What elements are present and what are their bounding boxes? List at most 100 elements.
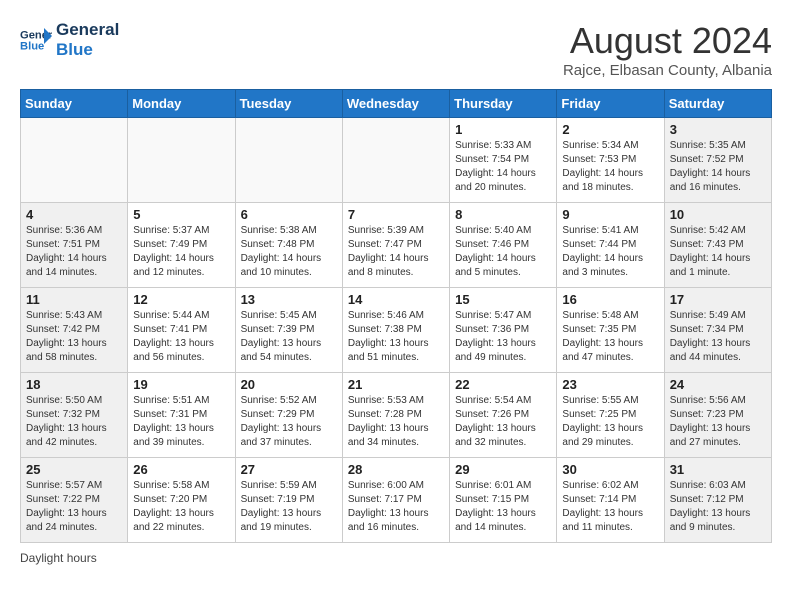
header-day-friday: Friday	[557, 90, 664, 118]
day-info: Sunrise: 5:54 AM Sunset: 7:26 PM Dayligh…	[455, 394, 551, 450]
calendar-cell: 24 Sunrise: 5:56 AM Sunset: 7:23 PM Dayli…	[664, 373, 771, 458]
calendar-cell: 2Sunrise: 5:34 AM Sunset: 7:53 PM Daylig…	[557, 118, 664, 203]
day-number: 23	[562, 377, 658, 392]
day-number: 21	[348, 377, 444, 392]
calendar-week-row: 4 Sunrise: 5:36 AM Sunset: 7:51 PM Daylig…	[21, 203, 772, 288]
day-info: Sunrise: 6:01 AM Sunset: 7:15 PM Dayligh…	[455, 479, 551, 535]
calendar-cell: 6Sunrise: 5:38 AM Sunset: 7:48 PM Daylig…	[235, 203, 342, 288]
calendar-cell	[342, 118, 449, 203]
header-day-sunday: Sunday	[21, 90, 128, 118]
month-title: August 2024	[563, 20, 772, 62]
calendar-week-row: 25 Sunrise: 5:57 AM Sunset: 7:22 PM Dayli…	[21, 458, 772, 543]
day-number: 4	[26, 207, 122, 222]
calendar-cell: 29 Sunrise: 6:01 AM Sunset: 7:15 PM Dayli…	[450, 458, 557, 543]
calendar-header-row: SundayMondayTuesdayWednesdayThursdayFrid…	[21, 90, 772, 118]
calendar-cell: 26 Sunrise: 5:58 AM Sunset: 7:20 PM Dayli…	[128, 458, 235, 543]
day-number: 18	[26, 377, 122, 392]
day-info: Sunrise: 5:52 AM Sunset: 7:29 PM Dayligh…	[241, 394, 337, 450]
day-info: Sunrise: 5:46 AM Sunset: 7:38 PM Dayligh…	[348, 309, 444, 365]
calendar-cell: 31 Sunrise: 6:03 AM Sunset: 7:12 PM Dayli…	[664, 458, 771, 543]
day-info: Sunrise: 5:42 AM Sunset: 7:43 PM Dayligh…	[670, 224, 766, 280]
day-number: 12	[133, 292, 229, 307]
day-info: Sunrise: 5:57 AM Sunset: 7:22 PM Dayligh…	[26, 479, 122, 535]
header-day-thursday: Thursday	[450, 90, 557, 118]
day-number: 19	[133, 377, 229, 392]
day-info: Sunrise: 5:59 AM Sunset: 7:19 PM Dayligh…	[241, 479, 337, 535]
calendar-cell: 20 Sunrise: 5:52 AM Sunset: 7:29 PM Dayli…	[235, 373, 342, 458]
day-number: 13	[241, 292, 337, 307]
day-info: Sunrise: 5:37 AM Sunset: 7:49 PM Dayligh…	[133, 224, 229, 280]
day-number: 25	[26, 462, 122, 477]
day-number: 29	[455, 462, 551, 477]
day-info: Sunrise: 5:43 AM Sunset: 7:42 PM Dayligh…	[26, 309, 122, 365]
day-info: Sunrise: 5:45 AM Sunset: 7:39 PM Dayligh…	[241, 309, 337, 365]
header: General Blue General Blue August 2024 Ra…	[20, 20, 772, 79]
calendar-week-row: 1Sunrise: 5:33 AM Sunset: 7:54 PM Daylig…	[21, 118, 772, 203]
day-info: Sunrise: 5:38 AM Sunset: 7:48 PM Dayligh…	[241, 224, 337, 280]
calendar-cell: 14 Sunrise: 5:46 AM Sunset: 7:38 PM Dayli…	[342, 288, 449, 373]
calendar-cell	[235, 118, 342, 203]
calendar-cell: 12 Sunrise: 5:44 AM Sunset: 7:41 PM Dayli…	[128, 288, 235, 373]
day-info: Sunrise: 5:35 AM Sunset: 7:52 PM Dayligh…	[670, 139, 766, 195]
calendar-cell: 13 Sunrise: 5:45 AM Sunset: 7:39 PM Dayli…	[235, 288, 342, 373]
day-number: 5	[133, 207, 229, 222]
calendar-cell: 11Sunrise: 5:43 AM Sunset: 7:42 PM Dayli…	[21, 288, 128, 373]
calendar-cell: 1Sunrise: 5:33 AM Sunset: 7:54 PM Daylig…	[450, 118, 557, 203]
calendar-cell	[128, 118, 235, 203]
day-number: 10	[670, 207, 766, 222]
day-info: Sunrise: 5:50 AM Sunset: 7:32 PM Dayligh…	[26, 394, 122, 450]
footer-daylight: Daylight hours	[20, 551, 772, 565]
day-number: 15	[455, 292, 551, 307]
header-day-wednesday: Wednesday	[342, 90, 449, 118]
day-info: Sunrise: 5:47 AM Sunset: 7:36 PM Dayligh…	[455, 309, 551, 365]
day-number: 31	[670, 462, 766, 477]
header-day-tuesday: Tuesday	[235, 90, 342, 118]
calendar-cell: 21 Sunrise: 5:53 AM Sunset: 7:28 PM Dayli…	[342, 373, 449, 458]
calendar-cell: 30Sunrise: 6:02 AM Sunset: 7:14 PM Dayli…	[557, 458, 664, 543]
calendar-cell: 28Sunrise: 6:00 AM Sunset: 7:17 PM Dayli…	[342, 458, 449, 543]
day-number: 26	[133, 462, 229, 477]
day-info: Sunrise: 5:44 AM Sunset: 7:41 PM Dayligh…	[133, 309, 229, 365]
calendar-cell: 19Sunrise: 5:51 AM Sunset: 7:31 PM Dayli…	[128, 373, 235, 458]
calendar-cell: 18 Sunrise: 5:50 AM Sunset: 7:32 PM Dayli…	[21, 373, 128, 458]
calendar-table: SundayMondayTuesdayWednesdayThursdayFrid…	[20, 89, 772, 543]
day-info: Sunrise: 5:40 AM Sunset: 7:46 PM Dayligh…	[455, 224, 551, 280]
header-day-monday: Monday	[128, 90, 235, 118]
calendar-cell	[21, 118, 128, 203]
logo: General Blue General Blue	[20, 20, 119, 61]
location-subtitle: Rajce, Elbasan County, Albania	[563, 62, 772, 79]
day-info: Sunrise: 5:49 AM Sunset: 7:34 PM Dayligh…	[670, 309, 766, 365]
day-info: Sunrise: 5:53 AM Sunset: 7:28 PM Dayligh…	[348, 394, 444, 450]
calendar-cell: 15 Sunrise: 5:47 AM Sunset: 7:36 PM Dayli…	[450, 288, 557, 373]
day-info: Sunrise: 5:55 AM Sunset: 7:25 PM Dayligh…	[562, 394, 658, 450]
calendar-cell: 5 Sunrise: 5:37 AM Sunset: 7:49 PM Daylig…	[128, 203, 235, 288]
day-info: Sunrise: 5:56 AM Sunset: 7:23 PM Dayligh…	[670, 394, 766, 450]
calendar-cell: 17Sunrise: 5:49 AM Sunset: 7:34 PM Dayli…	[664, 288, 771, 373]
calendar-week-row: 18 Sunrise: 5:50 AM Sunset: 7:32 PM Dayli…	[21, 373, 772, 458]
day-info: Sunrise: 5:58 AM Sunset: 7:20 PM Dayligh…	[133, 479, 229, 535]
day-number: 7	[348, 207, 444, 222]
day-number: 14	[348, 292, 444, 307]
logo-blue: Blue	[56, 40, 119, 60]
day-number: 3	[670, 122, 766, 137]
calendar-cell: 3 Sunrise: 5:35 AM Sunset: 7:52 PM Daylig…	[664, 118, 771, 203]
logo-general: General	[56, 20, 119, 40]
header-day-saturday: Saturday	[664, 90, 771, 118]
day-number: 27	[241, 462, 337, 477]
day-info: Sunrise: 6:02 AM Sunset: 7:14 PM Dayligh…	[562, 479, 658, 535]
title-area: August 2024 Rajce, Elbasan County, Alban…	[563, 20, 772, 79]
day-info: Sunrise: 5:48 AM Sunset: 7:35 PM Dayligh…	[562, 309, 658, 365]
day-info: Sunrise: 5:33 AM Sunset: 7:54 PM Dayligh…	[455, 139, 551, 195]
svg-text:Blue: Blue	[20, 41, 44, 53]
day-number: 24	[670, 377, 766, 392]
day-number: 22	[455, 377, 551, 392]
calendar-cell: 8Sunrise: 5:40 AM Sunset: 7:46 PM Daylig…	[450, 203, 557, 288]
day-info: Sunrise: 6:03 AM Sunset: 7:12 PM Dayligh…	[670, 479, 766, 535]
calendar-cell: 22 Sunrise: 5:54 AM Sunset: 7:26 PM Dayli…	[450, 373, 557, 458]
day-number: 20	[241, 377, 337, 392]
day-info: Sunrise: 6:00 AM Sunset: 7:17 PM Dayligh…	[348, 479, 444, 535]
day-number: 9	[562, 207, 658, 222]
calendar-week-row: 11Sunrise: 5:43 AM Sunset: 7:42 PM Dayli…	[21, 288, 772, 373]
calendar-cell: 25 Sunrise: 5:57 AM Sunset: 7:22 PM Dayli…	[21, 458, 128, 543]
day-info: Sunrise: 5:36 AM Sunset: 7:51 PM Dayligh…	[26, 224, 122, 280]
